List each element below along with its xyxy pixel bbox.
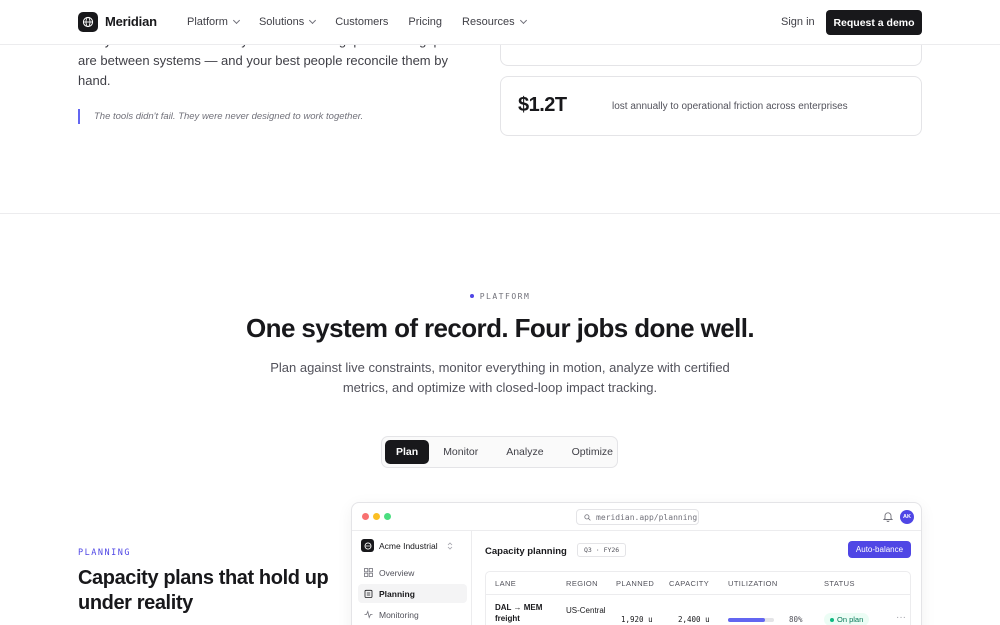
status-dot-icon — [830, 617, 834, 622]
request-demo-button[interactable]: Request a demo — [826, 10, 922, 35]
sidebar-item-monitoring[interactable]: Monitoring — [358, 605, 467, 624]
url-bar[interactable]: meridian.app/planning — [576, 509, 699, 525]
nav-link-label: Platform — [187, 16, 228, 28]
nav-platform[interactable]: Platform — [187, 16, 241, 28]
cell-planned: 1,920 u — [621, 615, 653, 624]
nav-customers[interactable]: Customers — [335, 16, 388, 28]
eyebrow-label: PLATFORM — [479, 292, 531, 301]
activity-icon — [364, 610, 373, 619]
period-badge[interactable]: Q3 · FY26 — [577, 543, 627, 557]
sign-in-link[interactable]: Sign in — [781, 16, 815, 28]
feature-title: Capacity plans that hold up under realit… — [78, 567, 329, 614]
search-icon — [584, 513, 591, 521]
org-globe-icon — [361, 539, 374, 552]
clipboard-icon — [364, 589, 373, 598]
nav-link-label: Customers — [335, 16, 389, 28]
grid-icon — [364, 568, 373, 577]
nav-solutions[interactable]: Solutions — [258, 16, 317, 28]
section-divider — [0, 213, 1000, 214]
stat-card: $1.2T lost annually to operational frict… — [500, 76, 922, 136]
column-header[interactable]: STATUS — [824, 579, 855, 588]
maximize-dot-icon — [384, 513, 391, 520]
platform-subtitle: Plan against live constraints, monitor e… — [270, 360, 730, 395]
tab-monitor[interactable]: Monitor — [429, 440, 492, 464]
logo-globe-icon[interactable] — [78, 12, 98, 32]
problem-quote: The tools didn't fail. They were never d… — [78, 109, 363, 124]
nav-resources[interactable]: Resources — [462, 16, 527, 28]
stat-value: $1.2T — [518, 94, 567, 116]
sidebar-item-label: Overview — [379, 567, 415, 578]
header-divider — [486, 594, 910, 595]
nav-link-label: Pricing — [408, 16, 443, 28]
sidebar-item-label: Planning — [379, 588, 415, 599]
nav-links: Platform Solutions Customers Pricing Res… — [187, 16, 546, 28]
platform-eyebrow: PLATFORM — [0, 292, 1000, 301]
row-more-icon[interactable]: ··· — [896, 612, 906, 623]
column-header[interactable]: REGION — [566, 579, 598, 588]
sidebar-item-overview[interactable]: Overview — [358, 563, 467, 582]
eyebrow-dot-icon — [469, 293, 474, 298]
app-main: Capacity planning Q3 · FY26 Auto-balance… — [472, 531, 921, 625]
chevron-down-icon — [309, 16, 317, 25]
capacity-table: LANE REGION PLANNED CAPACITY UTILIZATION… — [485, 571, 911, 625]
auto-balance-button[interactable]: Auto-balance — [848, 541, 911, 558]
minimize-dot-icon — [373, 513, 380, 520]
cell-utilization: 80% — [789, 615, 803, 624]
window-titlebar: meridian.app/planning AK — [352, 503, 921, 531]
brand-name[interactable]: Meridian — [105, 14, 157, 29]
utilization-bar — [728, 618, 774, 622]
nav-link-label: Resources — [462, 16, 515, 28]
cell-capacity: 2,400 u — [678, 615, 710, 624]
tab-analyze[interactable]: Analyze — [492, 440, 557, 464]
bell-icon[interactable] — [883, 511, 893, 522]
nav-pricing[interactable]: Pricing — [408, 16, 442, 28]
stat-description: lost annually to operational friction ac… — [612, 101, 848, 112]
avatar[interactable]: AK — [900, 510, 914, 524]
url-text: meridian.app/planning — [596, 512, 698, 522]
app-window-preview: meridian.app/planning AK Acme Industrial… — [351, 502, 922, 625]
cell-lane[interactable]: DAL → MEM freight — [495, 602, 555, 624]
top-nav: Meridian Platform Solutions Customers Pr… — [0, 0, 1000, 45]
column-header[interactable]: PLANNED — [616, 579, 654, 588]
org-switcher[interactable]: Acme Industrial — [361, 539, 453, 552]
platform-title: One system of record. Four jobs done wel… — [246, 313, 755, 343]
chevron-down-icon — [519, 16, 527, 25]
tab-optimize[interactable]: Optimize — [558, 440, 627, 464]
app-sidebar: Acme Industrial Overview Planning Monito… — [352, 531, 472, 625]
column-header[interactable]: CAPACITY — [669, 579, 709, 588]
sidebar-item-planning[interactable]: Planning — [358, 584, 467, 603]
column-header[interactable]: UTILIZATION — [728, 579, 778, 588]
status-label: On plan — [837, 615, 864, 624]
nav-link-label: Solutions — [258, 16, 305, 28]
sidebar-item-label: Monitoring — [379, 609, 419, 620]
close-dot-icon — [362, 513, 369, 520]
column-header[interactable]: LANE — [495, 579, 516, 588]
feature-eyebrow: PLANNING — [78, 548, 131, 558]
cell-region: US-Central — [566, 606, 606, 615]
chevron-updown-icon — [447, 541, 452, 550]
page-title: Capacity planning — [485, 546, 567, 557]
status-badge: On plan — [824, 613, 870, 625]
chevron-down-icon — [232, 16, 241, 25]
org-name: Acme Industrial — [379, 540, 438, 551]
tab-plan[interactable]: Plan — [385, 440, 430, 464]
utilization-bar-fill — [728, 618, 765, 622]
platform-tabs: Plan Monitor Analyze Optimize — [381, 436, 618, 468]
